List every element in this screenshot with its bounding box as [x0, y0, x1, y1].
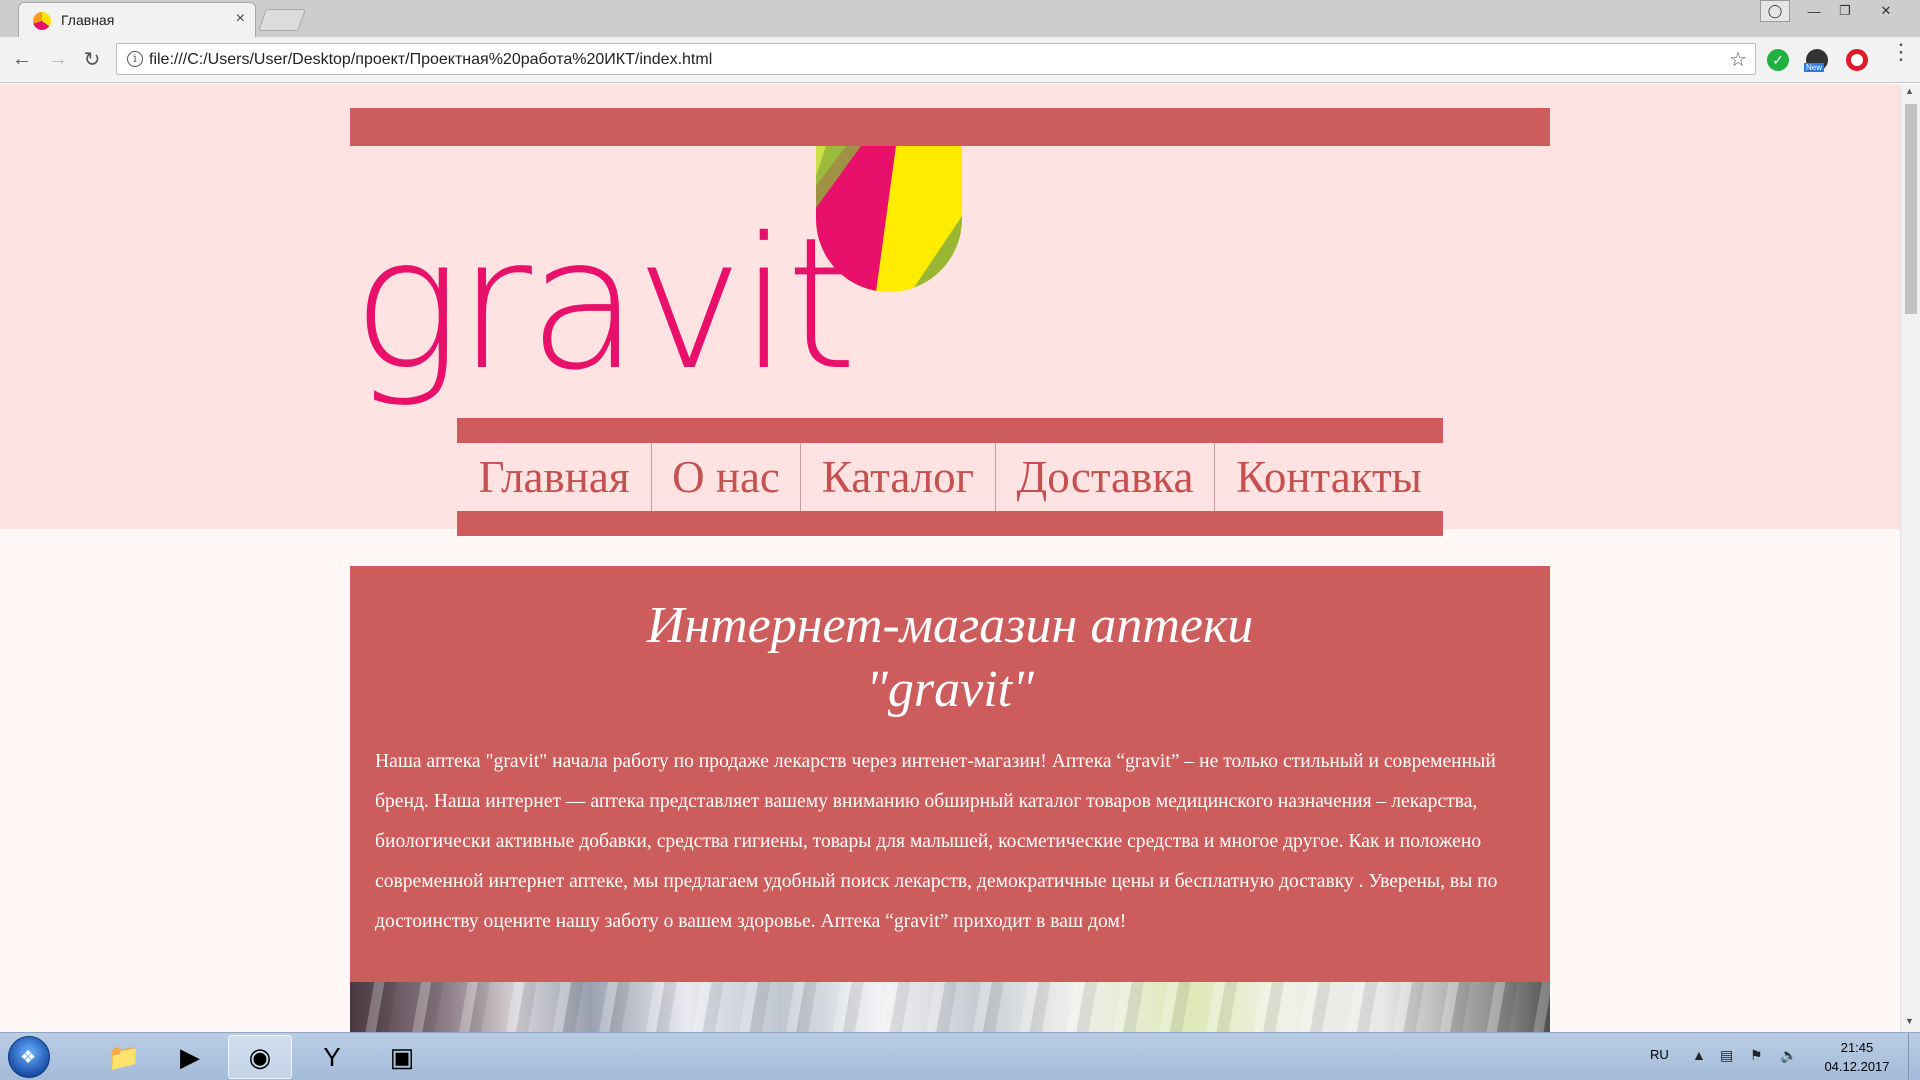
intro-section: Интернет-магазин аптеки "gravit" Наша ап…	[350, 566, 1550, 1032]
page-title: Интернет-магазин аптеки "gravit"	[350, 594, 1550, 722]
intro-paragraph: Наша аптека "gravit" начала работу по пр…	[375, 751, 1498, 932]
chrome-taskbar-icon[interactable]: ◉	[228, 1035, 292, 1079]
info-icon[interactable]: i	[127, 51, 143, 67]
new-tab-button[interactable]	[257, 9, 307, 31]
profile-icon[interactable]: ◯	[1760, 0, 1790, 22]
menu-icon[interactable]: ⋮	[1890, 41, 1912, 63]
tab-close-icon[interactable]: ×	[236, 10, 245, 28]
reload-icon[interactable]: ↻	[78, 45, 106, 73]
network-icon[interactable]: ▤	[1720, 1047, 1733, 1064]
action-center-flag-icon[interactable]: ⚑	[1750, 1047, 1763, 1064]
clock-time: 21:45	[1840, 1040, 1874, 1055]
show-desktop-button[interactable]	[1908, 1033, 1920, 1080]
media-player-taskbar-icon[interactable]: ▶	[158, 1035, 222, 1079]
tab-main[interactable]: Главная ×	[18, 2, 256, 37]
page-viewport: gravit Главная О нас Каталог Доставка Ко…	[0, 84, 1900, 1032]
nav-item-delivery[interactable]: Доставка	[995, 443, 1214, 511]
language-indicator[interactable]: RU	[1650, 1047, 1669, 1062]
nav-item-contacts[interactable]: Контакты	[1214, 443, 1443, 511]
nav-item-catalog[interactable]: Каталог	[800, 443, 995, 511]
opera-extension-icon[interactable]	[1846, 49, 1868, 71]
scroll-thumb[interactable]	[1905, 104, 1917, 314]
back-icon[interactable]: ←	[8, 45, 36, 73]
system-clock[interactable]: 21:45 04.12.2017	[1812, 1038, 1902, 1076]
tab-title: Главная	[61, 12, 115, 28]
windows-taskbar: ❖ 📁 ▶ ◉ Y ▣ RU ▲ ▤ ⚑ 🔈 21:45 04.12.2017	[0, 1032, 1920, 1080]
pharmacy-shelves-image	[350, 982, 1550, 1032]
scroll-up-icon[interactable]: ▲	[1905, 86, 1914, 96]
url-text[interactable]: file:///C:/Users/User/Desktop/проект/Про…	[149, 51, 712, 69]
nav-item-about[interactable]: О нас	[651, 443, 800, 511]
browser-toolbar: ← → ↻ i file:///C:/Users/User/Desktop/пр…	[0, 37, 1920, 83]
tray-expand-icon[interactable]: ▲	[1692, 1047, 1706, 1063]
page-title-line-2: "gravit"	[866, 661, 1034, 718]
windows-logo-icon: ❖	[20, 1047, 37, 1067]
main-navigation: Главная О нас Каталог Доставка Контакты	[457, 418, 1443, 536]
page-title-line-1: Интернет-магазин аптеки	[646, 597, 1254, 654]
explorer-taskbar-icon[interactable]: 📁	[92, 1035, 156, 1079]
extension-icon[interactable]: New	[1804, 49, 1828, 72]
tab-strip: Главная × ◯ — ❐ ✕	[0, 0, 1920, 37]
star-icon[interactable]: ☆	[1729, 47, 1747, 72]
volume-icon[interactable]: 🔈	[1780, 1047, 1797, 1064]
scroll-down-icon[interactable]: ▼	[1905, 1016, 1914, 1026]
close-window-button[interactable]: ✕	[1861, 0, 1911, 22]
nav-bottom-bar	[457, 511, 1443, 536]
nav-item-home[interactable]: Главная	[457, 443, 651, 511]
header-top-bar	[350, 108, 1550, 146]
minimize-button[interactable]: —	[1799, 0, 1829, 22]
vertical-scrollbar[interactable]: ▲ ▼	[1900, 84, 1920, 1032]
nav-top-bar	[457, 418, 1443, 443]
address-bar[interactable]: i file:///C:/Users/User/Desktop/проект/П…	[116, 43, 1756, 75]
yandex-taskbar-icon[interactable]: Y	[300, 1035, 364, 1079]
forward-icon[interactable]: →	[44, 45, 72, 73]
powerpoint-taskbar-icon[interactable]: ▣	[370, 1035, 434, 1079]
new-badge: New	[1804, 63, 1825, 72]
restore-button[interactable]: ❐	[1830, 0, 1860, 22]
site-logo[interactable]: gravit	[352, 204, 857, 404]
site-favicon-icon	[33, 12, 51, 30]
start-button[interactable]: ❖	[8, 1036, 50, 1078]
security-extension-icon[interactable]: ✓	[1767, 49, 1789, 71]
clock-date: 04.12.2017	[1824, 1059, 1890, 1074]
